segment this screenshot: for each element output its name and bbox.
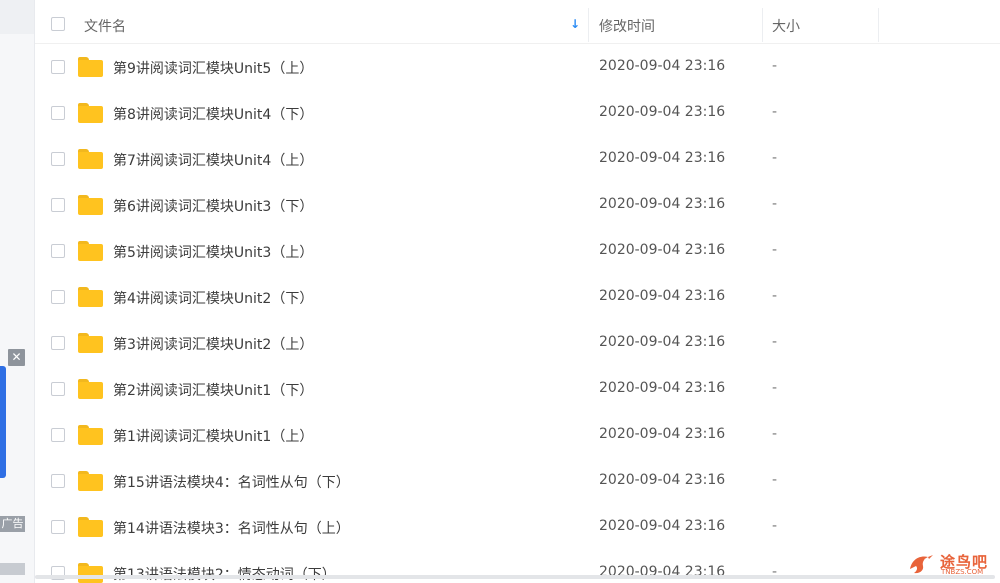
file-size: - xyxy=(772,58,778,74)
file-modified-time: 2020-09-04 23:16 xyxy=(599,472,726,488)
file-row[interactable]: 第7讲阅读词汇模块Unit4（上） 2020-09-04 23:16 - xyxy=(35,136,1000,182)
file-modified-time: 2020-09-04 23:16 xyxy=(599,58,726,74)
file-list-header: 文件名 ↓ 修改时间 大小 xyxy=(35,0,1000,44)
folder-icon[interactable] xyxy=(78,471,103,491)
file-name[interactable]: 第2讲阅读词汇模块Unit1（下） xyxy=(113,380,313,400)
column-divider[interactable] xyxy=(762,8,763,42)
file-modified-time: 2020-09-04 23:16 xyxy=(599,288,726,304)
file-name[interactable]: 第9讲阅读词汇模块Unit5（上） xyxy=(113,58,313,78)
file-name[interactable]: 第3讲阅读词汇模块Unit2（上） xyxy=(113,334,313,354)
watermark: 途鸟吧 TNBZS.COM xyxy=(906,549,996,577)
column-divider[interactable] xyxy=(878,8,879,42)
file-size: - xyxy=(772,104,778,120)
folder-icon[interactable] xyxy=(78,425,103,445)
column-header-name[interactable]: 文件名 xyxy=(84,16,126,36)
row-checkbox[interactable] xyxy=(51,198,65,212)
file-name[interactable]: 第15讲语法模块4：名词性从句（下） xyxy=(113,472,350,492)
folder-icon[interactable] xyxy=(78,149,103,169)
folder-icon[interactable] xyxy=(78,241,103,261)
file-modified-time: 2020-09-04 23:16 xyxy=(599,426,726,442)
file-modified-time: 2020-09-04 23:16 xyxy=(599,334,726,350)
folder-icon[interactable] xyxy=(78,563,103,583)
file-row[interactable]: 第3讲阅读词汇模块Unit2（上） 2020-09-04 23:16 - xyxy=(35,320,1000,366)
column-header-time[interactable]: 修改时间 xyxy=(599,16,655,36)
file-size: - xyxy=(772,518,778,534)
row-checkbox[interactable] xyxy=(51,474,65,488)
file-name[interactable]: 第1讲阅读词汇模块Unit1（上） xyxy=(113,426,313,446)
row-checkbox[interactable] xyxy=(51,290,65,304)
file-name[interactable]: 第14讲语法模块3：名词性从句（上） xyxy=(113,518,350,538)
file-row[interactable]: 第1讲阅读词汇模块Unit1（上） 2020-09-04 23:16 - xyxy=(35,412,1000,458)
file-size: - xyxy=(772,380,778,396)
row-checkbox[interactable] xyxy=(51,520,65,534)
file-row[interactable]: 第9讲阅读词汇模块Unit5（上） 2020-09-04 23:16 - xyxy=(35,44,1000,90)
file-size: - xyxy=(772,242,778,258)
file-size: - xyxy=(772,288,778,304)
file-name[interactable]: 第7讲阅读词汇模块Unit4（上） xyxy=(113,150,313,170)
folder-icon[interactable] xyxy=(78,517,103,537)
row-checkbox[interactable] xyxy=(51,428,65,442)
file-size: - xyxy=(772,426,778,442)
file-row[interactable]: 第15讲语法模块4：名词性从句（下） 2020-09-04 23:16 - xyxy=(35,458,1000,504)
file-size: - xyxy=(772,196,778,212)
row-checkbox[interactable] xyxy=(51,336,65,350)
row-checkbox[interactable] xyxy=(51,106,65,120)
file-row[interactable]: 第6讲阅读词汇模块Unit3（下） 2020-09-04 23:16 - xyxy=(35,182,1000,228)
file-name[interactable]: 第4讲阅读词汇模块Unit2（下） xyxy=(113,288,313,308)
file-list: 第9讲阅读词汇模块Unit5（上） 2020-09-04 23:16- 第8讲阅读词… xyxy=(35,44,1000,583)
file-size: - xyxy=(772,334,778,350)
file-modified-time: 2020-09-04 23:16 xyxy=(599,242,726,258)
watermark-subtext: TNBZS.COM xyxy=(941,568,984,576)
row-checkbox[interactable] xyxy=(51,244,65,258)
folder-icon[interactable] xyxy=(78,103,103,123)
file-size: - xyxy=(772,150,778,166)
folder-icon[interactable] xyxy=(78,195,103,215)
file-modified-time: 2020-09-04 23:16 xyxy=(599,196,726,212)
file-name[interactable]: 第5讲阅读词汇模块Unit3（上） xyxy=(113,242,313,262)
file-modified-time: 2020-09-04 23:16 xyxy=(599,518,726,534)
left-sidebar: ✕ 广告 xyxy=(0,0,35,583)
row-checkbox[interactable] xyxy=(51,60,65,74)
file-name[interactable]: 第6讲阅读词汇模块Unit3（下） xyxy=(113,196,313,216)
ad-label: 广告 xyxy=(0,516,25,532)
sidebar-selected-item[interactable] xyxy=(0,0,34,34)
horizontal-scrollbar[interactable] xyxy=(35,575,995,579)
file-modified-time: 2020-09-04 23:16 xyxy=(599,104,726,120)
file-modified-time: 2020-09-04 23:16 xyxy=(599,150,726,166)
bird-logo-icon xyxy=(910,555,933,574)
file-name[interactable]: 第8讲阅读词汇模块Unit4（下） xyxy=(113,104,313,124)
row-checkbox[interactable] xyxy=(51,382,65,396)
close-icon[interactable]: ✕ xyxy=(8,349,25,366)
file-name[interactable]: 第13讲语法模块2：情态动词（下） xyxy=(113,564,336,583)
ad-banner[interactable] xyxy=(0,366,6,478)
folder-icon[interactable] xyxy=(78,333,103,353)
folder-icon[interactable] xyxy=(78,287,103,307)
file-row[interactable]: 第8讲阅读词汇模块Unit4（下） 2020-09-04 23:16 - xyxy=(35,90,1000,136)
file-modified-time: 2020-09-04 23:16 xyxy=(599,380,726,396)
sidebar-footer-bar xyxy=(0,563,25,575)
folder-icon[interactable] xyxy=(78,57,103,77)
file-size: - xyxy=(772,472,778,488)
file-row[interactable]: 第5讲阅读词汇模块Unit3（上） 2020-09-04 23:16 - xyxy=(35,228,1000,274)
row-checkbox[interactable] xyxy=(51,152,65,166)
file-row[interactable]: 第4讲阅读词汇模块Unit2（下） 2020-09-04 23:16 - xyxy=(35,274,1000,320)
folder-icon[interactable] xyxy=(78,379,103,399)
select-all-checkbox[interactable] xyxy=(51,17,65,31)
column-header-size[interactable]: 大小 xyxy=(772,16,800,36)
file-row[interactable]: 第14讲语法模块3：名词性从句（上） 2020-09-04 23:16 - xyxy=(35,504,1000,550)
arrow-down-icon[interactable]: ↓ xyxy=(570,17,580,31)
file-row[interactable]: 第2讲阅读词汇模块Unit1（下） 2020-09-04 23:16 - xyxy=(35,366,1000,412)
column-divider[interactable] xyxy=(588,8,589,42)
